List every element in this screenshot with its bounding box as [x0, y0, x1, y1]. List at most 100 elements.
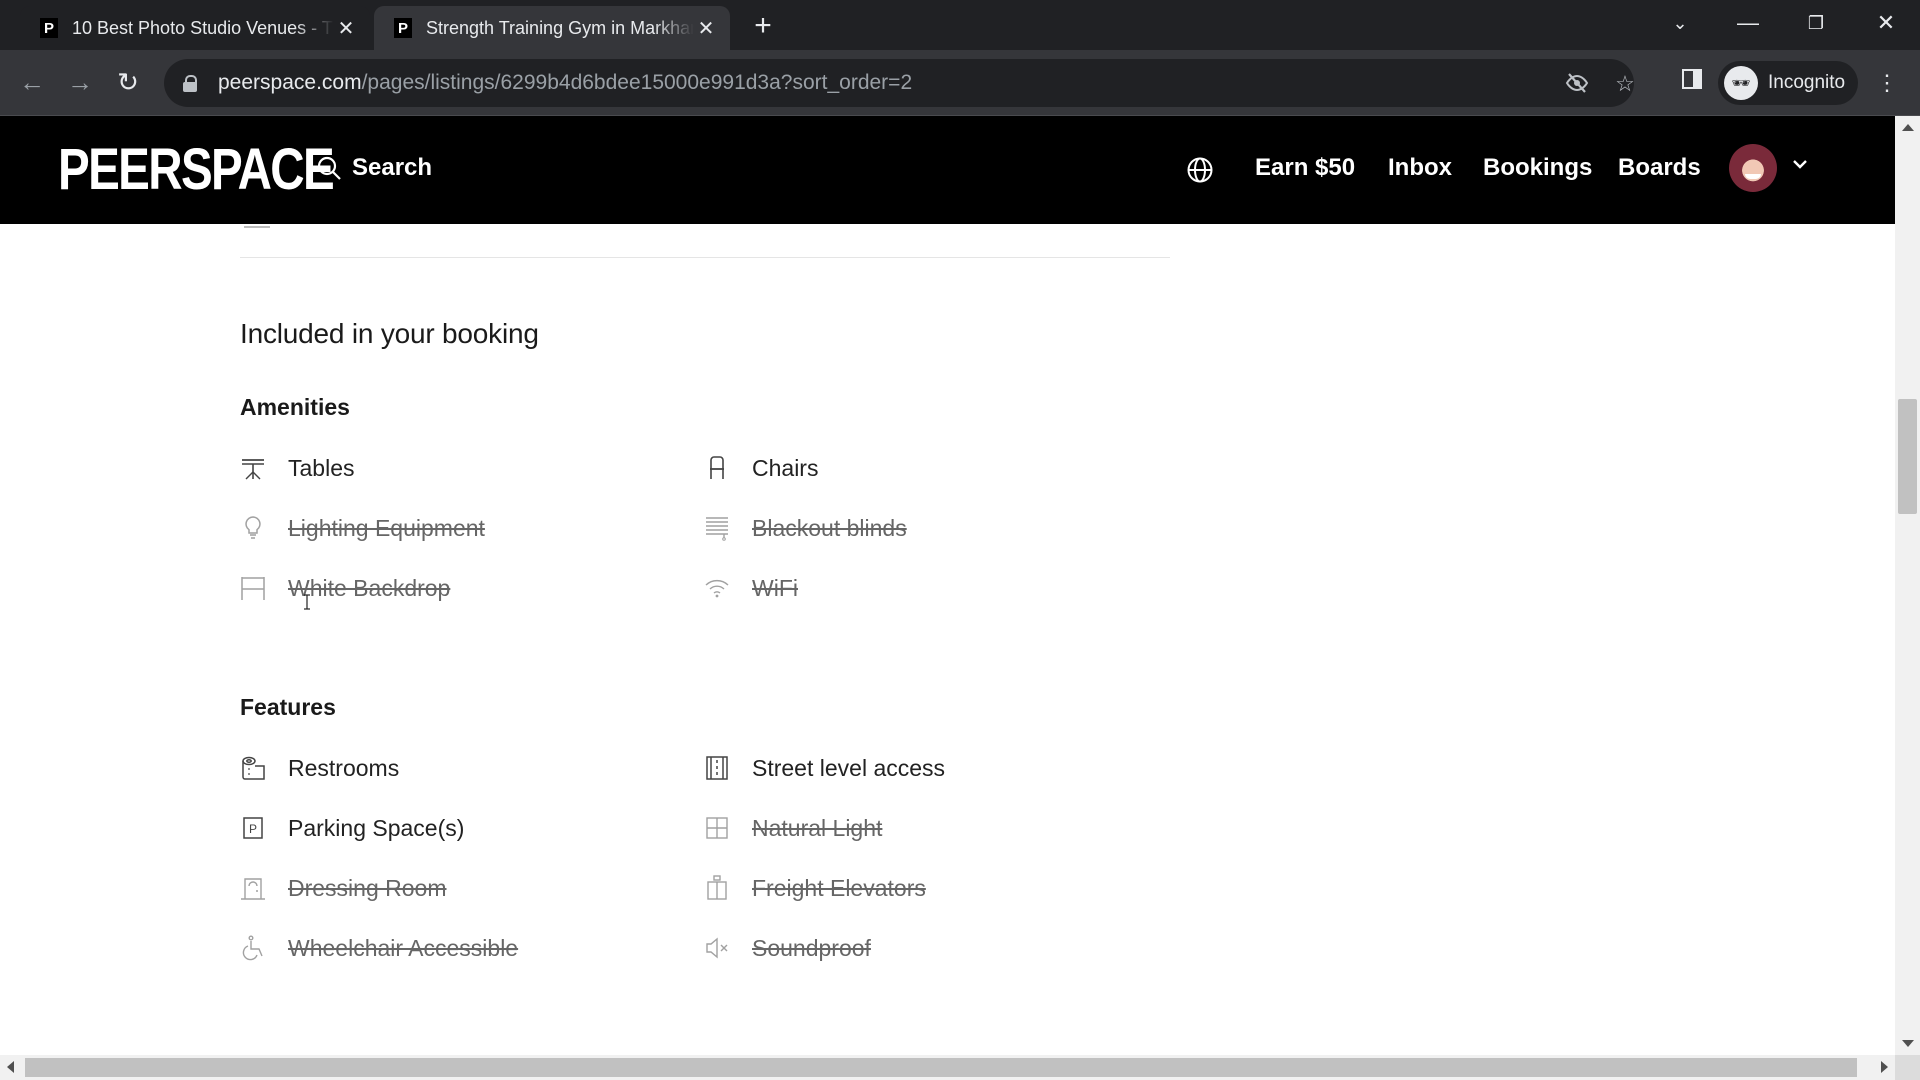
site-header: PEERSPACE Search Earn $50 Inbox Bookings…	[0, 116, 1895, 224]
feature-item: P Parking Space(s)	[240, 812, 464, 844]
amenity-label: WiFi	[752, 574, 798, 601]
close-tab-icon[interactable]: ✕	[334, 16, 358, 40]
feature-item: Restrooms	[240, 752, 399, 784]
tab-title: Strength Training Gym in Markham	[426, 17, 694, 38]
amenities-heading: Amenities	[240, 394, 350, 420]
nav-boards-link[interactable]: Boards	[1618, 154, 1701, 182]
new-tab-plus-icon[interactable]: +	[748, 11, 778, 42]
url-path: /pages/listings/6299b4d6bdee15000e991d3a…	[361, 71, 913, 94]
backdrop-icon	[240, 575, 266, 601]
amenity-item-unavailable: WiFi	[704, 572, 798, 604]
parking-icon: P	[240, 815, 266, 841]
nav-earn-link[interactable]: Earn $50	[1255, 154, 1355, 182]
table-icon	[240, 455, 266, 481]
blinds-icon	[704, 515, 730, 541]
svg-text:P: P	[249, 822, 257, 836]
feature-label: Soundproof	[752, 934, 871, 961]
browser-tab-active[interactable]: P Strength Training Gym in Markham ✕	[374, 6, 730, 50]
forward-arrow-icon[interactable]: →	[62, 64, 98, 100]
feature-item-unavailable: Wheelchair Accessible	[240, 932, 518, 964]
horizontal-scrollbar[interactable]	[0, 1055, 1895, 1080]
feature-label: Natural Light	[752, 814, 883, 841]
address-bar[interactable]: peerspace.com/pages/listings/6299b4d6bde…	[164, 59, 1635, 107]
feature-item-unavailable: Natural Light	[704, 812, 882, 844]
nav-inbox-link[interactable]: Inbox	[1388, 154, 1452, 182]
feature-item: Street level access	[704, 752, 945, 784]
mute-speaker-icon	[704, 935, 730, 961]
amenity-label: Lighting Equipment	[288, 514, 485, 541]
dressing-room-icon	[240, 875, 266, 901]
peerspace-favicon-icon: P	[40, 18, 58, 38]
features-heading: Features	[240, 694, 336, 720]
feature-label: Dressing Room	[288, 874, 447, 901]
user-avatar[interactable]	[1729, 144, 1777, 192]
scroll-right-arrow-icon[interactable]	[1881, 1061, 1888, 1073]
scroll-left-arrow-icon[interactable]	[7, 1061, 14, 1073]
reload-icon[interactable]: ↻	[110, 64, 146, 100]
chevron-down-icon[interactable]	[1790, 154, 1810, 174]
tab-search-chevron-icon[interactable]: ⌄	[1660, 8, 1700, 38]
incognito-icon: 🕶	[1724, 66, 1758, 100]
side-panel-icon[interactable]	[1677, 68, 1707, 98]
feature-item-unavailable: Freight Elevators	[704, 872, 926, 904]
amenity-label: White Backdrop	[288, 574, 451, 601]
listing-content: Included in your booking Amenities Table…	[0, 224, 1895, 1055]
amenity-item: Tables	[240, 452, 354, 484]
incognito-profile-button[interactable]: 🕶 Incognito	[1718, 61, 1858, 105]
tab-title: 10 Best Photo Studio Venues - The Peersp…	[72, 17, 334, 38]
browser-toolbar: ← → ↻ peerspace.com/pages/listings/6299b…	[0, 50, 1920, 116]
feature-label: Street level access	[752, 754, 946, 781]
included-in-booking-heading: Included in your booking	[240, 318, 539, 349]
chair-icon	[704, 455, 730, 481]
lock-icon[interactable]	[182, 75, 198, 92]
amenity-label: Tables	[288, 454, 355, 481]
peerspace-favicon-icon: P	[394, 18, 412, 38]
feature-label: Wheelchair Accessible	[288, 934, 519, 961]
lightbulb-icon	[240, 515, 266, 541]
wifi-icon	[704, 575, 730, 601]
amenity-item: Chairs	[704, 452, 818, 484]
browser-menu-kebab-icon[interactable]: ⋮	[1872, 68, 1902, 98]
scroll-up-arrow-icon[interactable]	[1902, 124, 1914, 131]
feature-label: Freight Elevators	[752, 874, 926, 901]
back-arrow-icon[interactable]: ←	[14, 64, 50, 100]
amenity-item-unavailable: White Backdrop	[240, 572, 450, 604]
nav-bookings-link[interactable]: Bookings	[1483, 154, 1592, 182]
search-button[interactable]: Search	[316, 154, 432, 182]
bookmark-star-icon[interactable]: ☆	[1612, 71, 1638, 97]
wheelchair-icon	[240, 935, 266, 961]
elevator-icon	[704, 875, 730, 901]
previous-item-icon-fragment	[244, 224, 270, 228]
window-icon	[704, 815, 730, 841]
close-window-icon[interactable]: ✕	[1866, 8, 1906, 38]
minimize-icon[interactable]: —	[1728, 8, 1768, 38]
horizontal-scrollbar-thumb[interactable]	[25, 1058, 1857, 1077]
door-icon	[704, 755, 730, 781]
toilet-paper-icon	[240, 755, 266, 781]
peerspace-logo[interactable]: PEERSPACE	[58, 140, 335, 200]
restore-window-icon[interactable]: ❐	[1796, 8, 1836, 38]
browser-tab-strip: P 10 Best Photo Studio Venues - The Peer…	[0, 0, 1920, 50]
close-tab-icon[interactable]: ✕	[694, 16, 718, 40]
feature-label: Restrooms	[288, 754, 400, 781]
section-divider	[240, 257, 1170, 258]
amenity-item-unavailable: Lighting Equipment	[240, 512, 485, 544]
eye-off-icon[interactable]	[1564, 71, 1590, 97]
amenity-label: Blackout blinds	[752, 514, 907, 541]
browser-tab[interactable]: P 10 Best Photo Studio Venues - The Peer…	[20, 6, 370, 50]
search-icon	[317, 156, 341, 180]
vertical-scrollbar[interactable]	[1895, 116, 1920, 1055]
globe-language-icon[interactable]	[1186, 156, 1214, 184]
scrollbar-corner	[1895, 1055, 1920, 1080]
scroll-down-arrow-icon[interactable]	[1902, 1040, 1914, 1047]
incognito-label: Incognito	[1768, 72, 1846, 93]
feature-item-unavailable: Dressing Room	[240, 872, 447, 904]
search-label: Search	[352, 154, 433, 181]
url-text[interactable]: peerspace.com/pages/listings/6299b4d6bde…	[218, 71, 912, 95]
url-host: peerspace.com	[218, 71, 362, 94]
feature-label: Parking Space(s)	[288, 814, 465, 841]
text-cursor-icon	[304, 594, 310, 610]
vertical-scrollbar-thumb[interactable]	[1898, 399, 1917, 514]
feature-item-unavailable: Soundproof	[704, 932, 871, 964]
amenity-item-unavailable: Blackout blinds	[704, 512, 907, 544]
